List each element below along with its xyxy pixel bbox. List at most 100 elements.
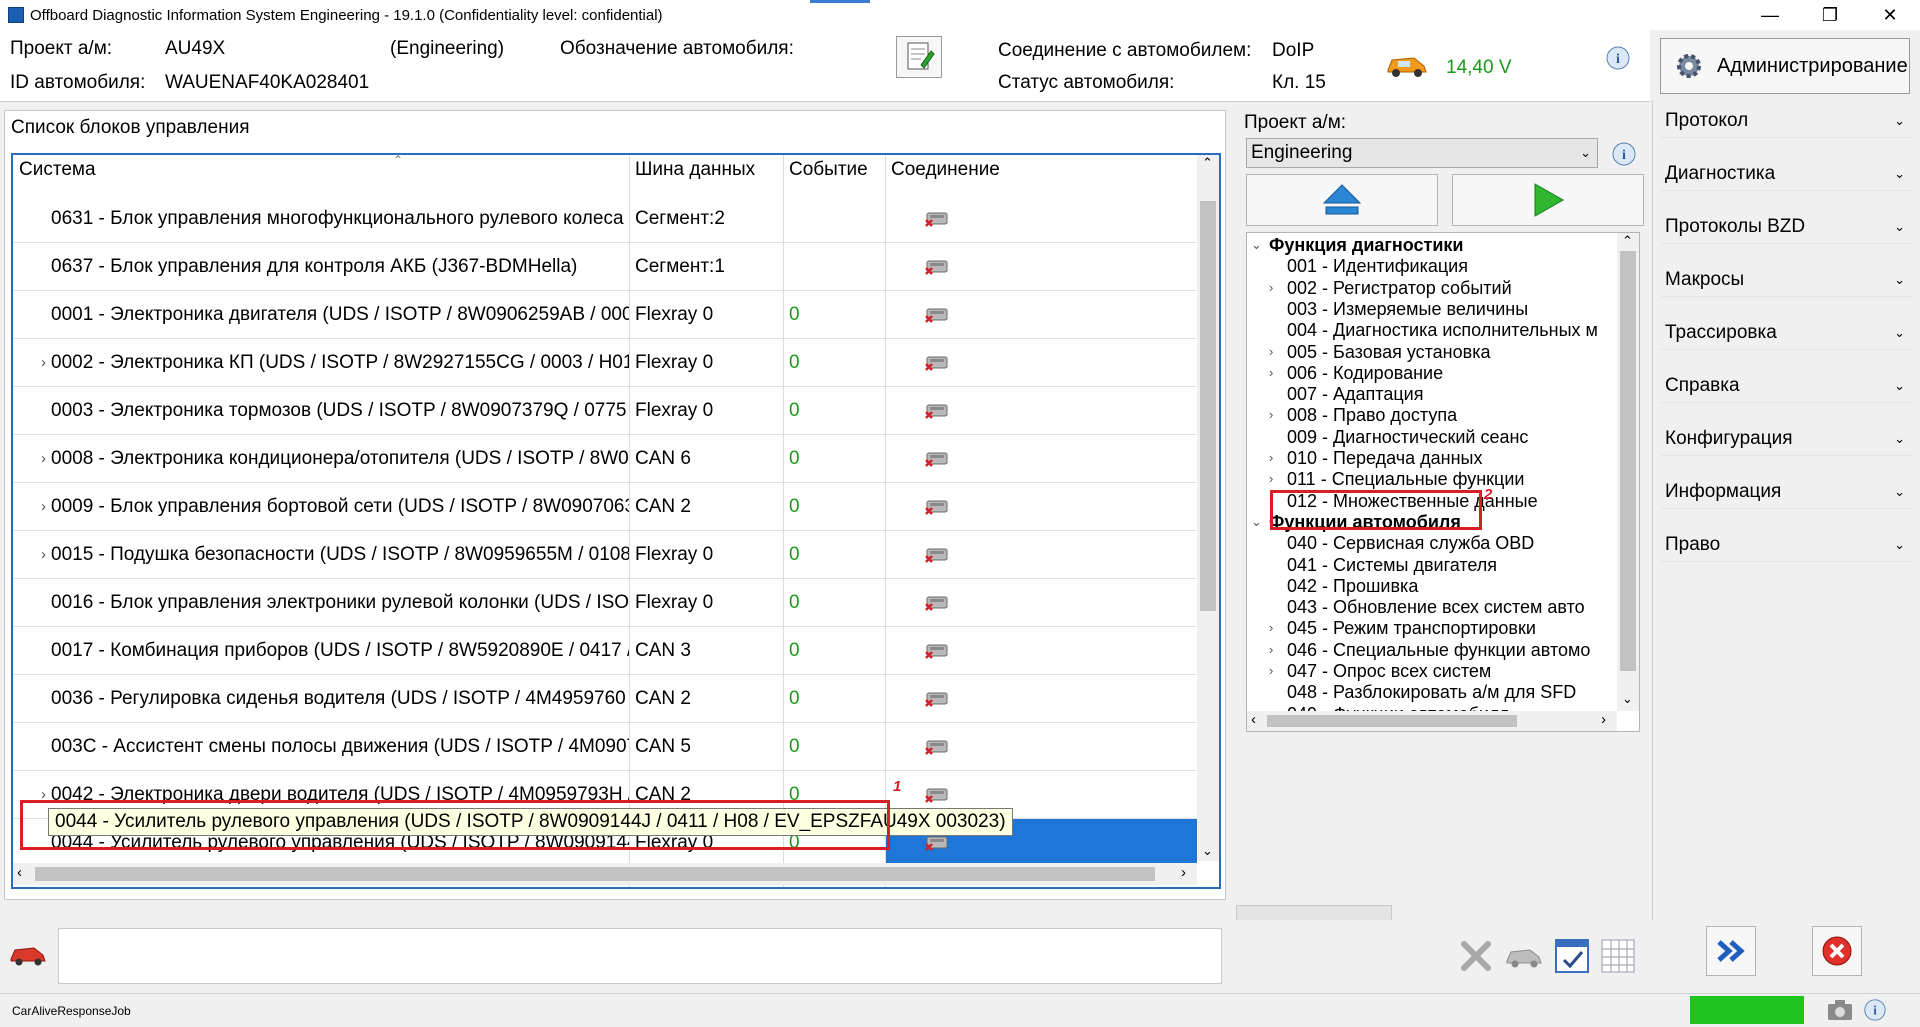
scroll-left-icon[interactable]: ‹: [17, 864, 22, 881]
vehicle-gray-icon[interactable]: [1504, 944, 1544, 970]
maximize-button[interactable]: ❐: [1800, 0, 1860, 30]
expand-arrow-icon[interactable]: ›: [41, 339, 46, 386]
column-header-bus[interactable]: Шина данных: [635, 159, 755, 181]
scroll-thumb[interactable]: [1200, 201, 1216, 611]
cell-connection[interactable]: [886, 723, 1197, 770]
vertical-scrollbar[interactable]: ⌃ ⌄: [1197, 155, 1219, 861]
tree-item[interactable]: 045 - Режим транспортировки: [1287, 618, 1536, 639]
cell-connection[interactable]: [886, 243, 1197, 290]
expand-arrow-icon[interactable]: ›: [1269, 620, 1273, 635]
tree-item[interactable]: 007 - Адаптация: [1287, 384, 1423, 405]
table-row[interactable]: › 0009 - Блок управления бортовой сети (U…: [13, 483, 1197, 531]
tree-vertical-scrollbar[interactable]: ⌃ ⌄: [1617, 233, 1639, 711]
tree-item[interactable]: 042 - Прошивка: [1287, 576, 1418, 597]
menu-item[interactable]: Конфигурация ⌄: [1661, 422, 1913, 456]
menu-item[interactable]: Диагностика ⌄: [1661, 157, 1913, 191]
tree-item[interactable]: 005 - Базовая установка: [1287, 342, 1490, 363]
scroll-down-icon[interactable]: ⌄: [1202, 843, 1213, 859]
table-row[interactable]: › 0015 - Подушка безопасности (UDS / ISOT…: [13, 531, 1197, 579]
expand-arrow-icon[interactable]: ›: [1269, 280, 1273, 295]
car-icon[interactable]: [8, 942, 48, 968]
table-grid-icon[interactable]: [1600, 938, 1636, 974]
expand-arrow-icon[interactable]: ›: [1269, 663, 1273, 678]
scroll-down-icon[interactable]: ⌄: [1622, 691, 1633, 707]
table-row[interactable]: 003C - Ассистент смены полосы движения (…: [13, 723, 1197, 771]
tree-item[interactable]: 047 - Опрос всех систем: [1287, 661, 1491, 682]
table-row[interactable]: 0637 - Блок управления для контроля АКБ …: [13, 243, 1197, 291]
cell-connection[interactable]: [886, 531, 1197, 578]
exit-button[interactable]: [1812, 926, 1862, 976]
tree-horizontal-scrollbar[interactable]: ‹ ›: [1247, 711, 1617, 731]
menu-item[interactable]: Справка ⌄: [1661, 369, 1913, 403]
scroll-up-icon[interactable]: ⌃: [1622, 233, 1633, 249]
tree-item[interactable]: 040 - Сервисная служба OBD: [1287, 533, 1534, 554]
collapse-arrow-icon[interactable]: ⌄: [1251, 514, 1262, 530]
tree-item[interactable]: 048 - Разблокировать а/м для SFD: [1287, 682, 1576, 703]
tree-group-label[interactable]: Функция диагностики: [1269, 235, 1463, 256]
cell-connection[interactable]: [886, 195, 1197, 242]
table-row[interactable]: › 0008 - Электроника кондиционера/отопите…: [13, 435, 1197, 483]
cell-connection[interactable]: [886, 291, 1197, 338]
column-header-connection[interactable]: Соединение: [891, 159, 1000, 181]
forward-button[interactable]: [1706, 926, 1756, 976]
cell-connection[interactable]: [886, 435, 1197, 482]
menu-item[interactable]: Трассировка ⌄: [1661, 316, 1913, 350]
scroll-up-icon[interactable]: ⌃: [1202, 155, 1213, 171]
horizontal-scrollbar[interactable]: ‹ ›: [13, 863, 1197, 885]
tree-item[interactable]: 009 - Диагностический сеанс: [1287, 427, 1528, 448]
scroll-thumb[interactable]: [1267, 715, 1517, 727]
scroll-right-icon[interactable]: ›: [1601, 711, 1606, 728]
scroll-thumb[interactable]: [35, 867, 1155, 881]
expand-arrow-icon[interactable]: ›: [41, 435, 46, 482]
tree-item[interactable]: 003 - Измеряемые величины: [1287, 299, 1528, 320]
column-header-event[interactable]: Событие: [789, 159, 868, 181]
table-row[interactable]: 0003 - Электроника тормозов (UDS / ISOTP…: [13, 387, 1197, 435]
expand-arrow-icon[interactable]: ›: [1269, 642, 1273, 657]
checklist-icon[interactable]: [1554, 938, 1590, 974]
expand-arrow-icon[interactable]: ›: [1269, 407, 1273, 422]
tree-item[interactable]: 046 - Специальные функции автомо: [1287, 640, 1590, 661]
tree-item[interactable]: 001 - Идентификация: [1287, 256, 1468, 277]
info-icon[interactable]: i: [1604, 44, 1632, 72]
minimize-button[interactable]: —: [1740, 0, 1800, 30]
table-row[interactable]: › 0002 - Электроника КП (UDS / ISOTP / 8W…: [13, 339, 1197, 387]
cell-connection[interactable]: [886, 387, 1197, 434]
eject-button[interactable]: [1246, 174, 1438, 226]
column-header-system[interactable]: Система: [19, 159, 96, 181]
edit-designation-button[interactable]: [896, 36, 942, 78]
camera-icon[interactable]: [1826, 997, 1854, 1023]
info-icon[interactable]: i: [1862, 997, 1888, 1023]
info-icon[interactable]: i: [1610, 140, 1638, 168]
cell-connection[interactable]: [886, 339, 1197, 386]
expand-arrow-icon[interactable]: ›: [1269, 344, 1273, 359]
start-button[interactable]: [1452, 174, 1644, 226]
table-row[interactable]: 0016 - Блок управления электроники рулев…: [13, 579, 1197, 627]
tree-item[interactable]: 006 - Кодирование: [1287, 363, 1443, 384]
table-row[interactable]: 0001 - Электроника двигателя (UDS / ISOT…: [13, 291, 1197, 339]
expand-arrow-icon[interactable]: ›: [1269, 471, 1273, 486]
cell-connection[interactable]: [886, 579, 1197, 626]
tree-item[interactable]: 043 - Обновление всех систем авто: [1287, 597, 1585, 618]
tree-item[interactable]: 002 - Регистратор событий: [1287, 278, 1512, 299]
collapse-arrow-icon[interactable]: ⌄: [1251, 237, 1262, 253]
disconnect-icon[interactable]: [1458, 938, 1494, 974]
cell-connection[interactable]: [886, 483, 1197, 530]
menu-item[interactable]: Протокол ⌄: [1661, 104, 1913, 138]
close-button[interactable]: ✕: [1860, 0, 1920, 30]
table-row[interactable]: 0631 - Блок управления многофункциональн…: [13, 195, 1197, 243]
menu-item[interactable]: Протоколы BZD ⌄: [1661, 210, 1913, 244]
tree-item[interactable]: 010 - Передача данных: [1287, 448, 1482, 469]
expand-arrow-icon[interactable]: ›: [1269, 365, 1273, 380]
cell-connection[interactable]: [886, 675, 1197, 722]
administration-button[interactable]: Администрирование: [1660, 38, 1910, 94]
table-row[interactable]: 0036 - Регулировка сиденья водителя (UDS…: [13, 675, 1197, 723]
expand-arrow-icon[interactable]: ›: [1269, 450, 1273, 465]
menu-item[interactable]: Право ⌄: [1661, 528, 1913, 562]
tree-item[interactable]: 008 - Право доступа: [1287, 405, 1457, 426]
tree-item[interactable]: 041 - Системы двигателя: [1287, 555, 1497, 576]
menu-item[interactable]: Информация ⌄: [1661, 475, 1913, 509]
cell-connection[interactable]: [886, 627, 1197, 674]
expand-arrow-icon[interactable]: ›: [41, 483, 46, 530]
scroll-right-icon[interactable]: ›: [1181, 864, 1186, 881]
project-select[interactable]: Engineering ⌄: [1246, 138, 1598, 168]
